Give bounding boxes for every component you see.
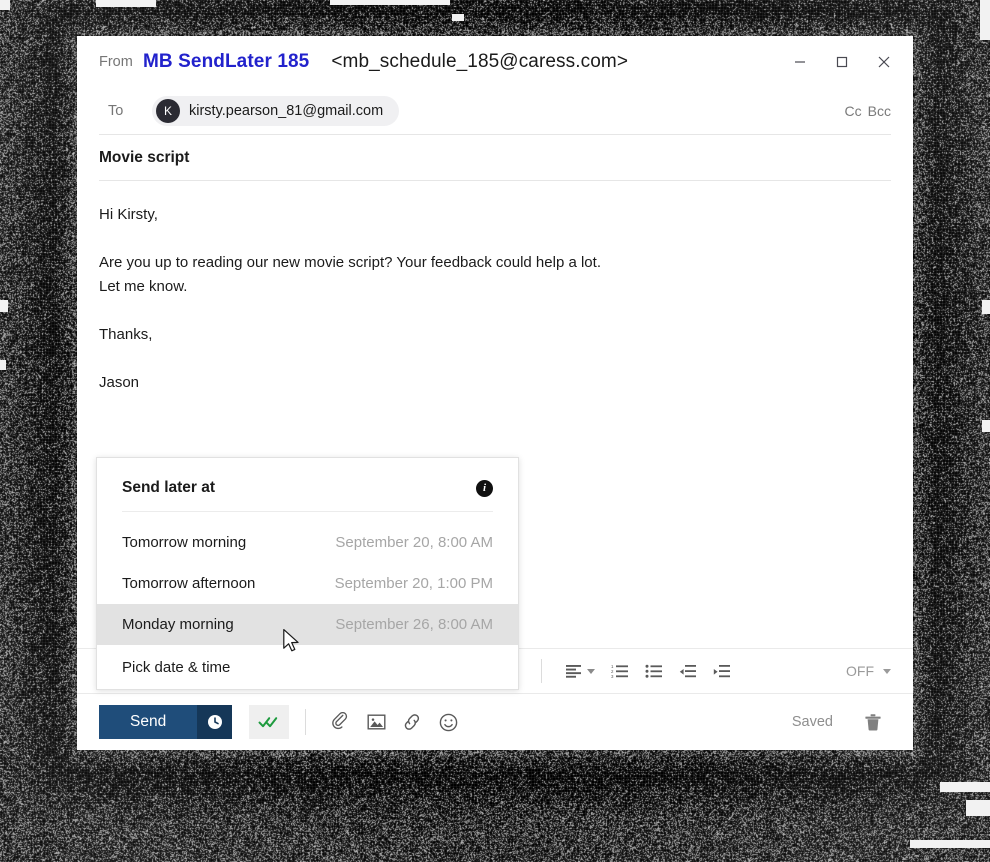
- maximize-button[interactable]: [821, 42, 863, 82]
- bulleted-list-icon: [645, 664, 663, 679]
- body-paragraph: Are you up to reading our new movie scri…: [99, 251, 891, 275]
- send-later-divider: [122, 511, 493, 512]
- trash-icon: [864, 713, 882, 732]
- body-paragraph: Jason: [99, 371, 891, 395]
- edge-artifact: [0, 300, 8, 312]
- option-label: Tomorrow morning: [122, 534, 246, 551]
- decrease-indent-icon: [679, 664, 697, 679]
- send-later-option-tomorrow-afternoon[interactable]: Tomorrow afternoon September 20, 1:00 PM: [97, 563, 518, 604]
- send-button[interactable]: Send: [99, 705, 197, 739]
- send-later-popup: Send later at i Tomorrow morning Septemb…: [96, 457, 519, 690]
- edge-artifact: [0, 0, 10, 10]
- recipient-chip[interactable]: K kirsty.pearson_81@gmail.com: [152, 96, 399, 126]
- to-row: To K kirsty.pearson_81@gmail.com Cc Bcc: [77, 88, 913, 134]
- paperclip-icon: [331, 712, 349, 732]
- cc-bcc-group: Cc Bcc: [845, 103, 891, 119]
- smiley-icon: [439, 713, 458, 732]
- saved-status-group: Saved: [792, 706, 891, 738]
- insert-emoji-button[interactable]: [430, 706, 466, 738]
- send-later-option-pick-date-time[interactable]: Pick date & time: [97, 645, 518, 689]
- option-datetime: September 20, 1:00 PM: [335, 575, 493, 592]
- chevron-down-icon[interactable]: [587, 669, 595, 674]
- from-label: From: [99, 54, 143, 70]
- from-row: From MB SendLater 185 <mb_schedule_185@c…: [77, 36, 913, 88]
- cc-button[interactable]: Cc: [845, 103, 862, 119]
- edge-artifact: [910, 840, 990, 848]
- send-button-group: Send: [99, 705, 232, 739]
- tracking-toggle[interactable]: OFF: [846, 663, 891, 679]
- from-account-name[interactable]: MB SendLater 185: [143, 51, 309, 73]
- align-button[interactable]: [556, 656, 590, 686]
- insert-link-button[interactable]: [394, 706, 430, 738]
- option-label: Tomorrow afternoon: [122, 575, 255, 592]
- edge-artifact: [966, 800, 990, 816]
- minimize-icon: [793, 55, 807, 69]
- maximize-icon: [835, 55, 849, 69]
- attach-file-button[interactable]: [322, 706, 358, 738]
- bulleted-list-button[interactable]: [637, 656, 671, 686]
- delete-draft-button[interactable]: [855, 706, 891, 738]
- send-later-button[interactable]: [197, 705, 232, 739]
- decrease-indent-button[interactable]: [671, 656, 705, 686]
- to-label: To: [99, 103, 152, 119]
- option-datetime: September 26, 8:00 AM: [335, 616, 493, 633]
- send-later-option-monday-morning[interactable]: Monday morning September 26, 8:00 AM: [97, 604, 518, 645]
- option-label: Monday morning: [122, 616, 234, 633]
- read-receipt-button[interactable]: [249, 705, 289, 739]
- bcc-button[interactable]: Bcc: [868, 103, 891, 119]
- edge-artifact: [940, 782, 990, 792]
- edge-artifact: [330, 0, 450, 5]
- close-button[interactable]: [863, 42, 905, 82]
- send-later-title: Send later at: [122, 479, 215, 497]
- body-paragraph: Let me know.: [99, 275, 891, 299]
- toolbar-divider: [541, 659, 542, 683]
- from-account-email: <mb_schedule_185@caress.com>: [331, 51, 628, 73]
- send-later-header: Send later at i: [97, 458, 518, 511]
- link-icon: [402, 713, 422, 731]
- recipient-email: kirsty.pearson_81@gmail.com: [189, 103, 383, 119]
- edge-artifact: [96, 0, 156, 7]
- edge-artifact: [982, 420, 990, 432]
- svg-text:3: 3: [611, 674, 614, 679]
- body-paragraph: Hi Kirsty,: [99, 203, 891, 227]
- send-later-options: Tomorrow morning September 20, 8:00 AM T…: [97, 522, 518, 689]
- double-check-icon: [258, 714, 280, 730]
- numbered-list-icon: 1 2 3: [611, 664, 629, 679]
- numbered-list-button[interactable]: 1 2 3: [603, 656, 637, 686]
- edge-artifact: [452, 14, 464, 21]
- chevron-down-icon: [883, 669, 891, 674]
- edge-artifact: [982, 300, 990, 314]
- increase-indent-icon: [713, 664, 731, 679]
- minimize-button[interactable]: [779, 42, 821, 82]
- saved-status: Saved: [792, 714, 833, 730]
- avatar: K: [156, 99, 180, 123]
- option-label: Pick date & time: [122, 659, 230, 676]
- increase-indent-button[interactable]: [705, 656, 739, 686]
- picture-icon: [367, 713, 386, 731]
- subject-text: Movie script: [99, 149, 891, 167]
- clock-icon: [207, 714, 223, 730]
- close-icon: [876, 54, 892, 70]
- edge-artifact: [980, 0, 990, 40]
- option-datetime: September 20, 8:00 AM: [335, 534, 493, 551]
- tracking-state-label: OFF: [846, 663, 874, 679]
- align-left-icon: [565, 664, 582, 679]
- edge-artifact: [0, 360, 6, 370]
- window-controls: [779, 36, 905, 88]
- insert-image-button[interactable]: [358, 706, 394, 738]
- body-paragraph: Thanks,: [99, 323, 891, 347]
- action-bar: Send Saved: [77, 693, 913, 750]
- subject-row[interactable]: Movie script: [77, 135, 913, 180]
- info-icon[interactable]: i: [476, 480, 493, 497]
- action-divider: [305, 709, 306, 735]
- send-later-option-tomorrow-morning[interactable]: Tomorrow morning September 20, 8:00 AM: [97, 522, 518, 563]
